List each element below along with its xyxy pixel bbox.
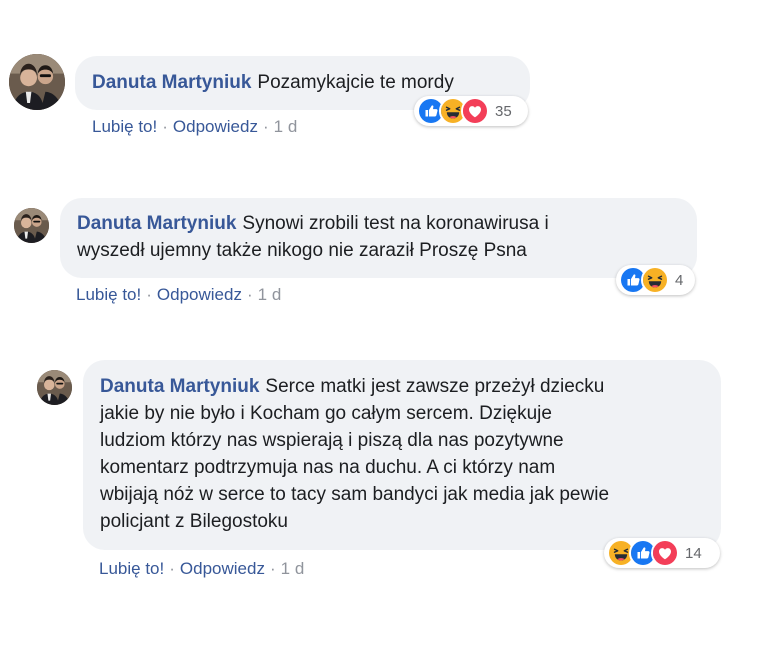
separator: · [262, 117, 269, 136]
love-icon [651, 539, 679, 567]
comment-text-line-2: wyszedł ujemny także nikogo nie zaraził … [77, 240, 527, 261]
avatar-photo [37, 370, 72, 405]
reaction-count: 14 [685, 544, 702, 562]
reply-button[interactable]: Odpowiedz [173, 117, 258, 136]
avatar-photo [14, 208, 49, 243]
reactions-summary[interactable]: 4 [616, 265, 695, 295]
comment-text-line-5: wbijają nóż w serce to tacy sam bandyci … [100, 484, 610, 505]
comment-text-line-1: Synowi zrobili test na koronawirusa i [242, 213, 549, 234]
separator: · [246, 285, 253, 304]
comment-line: Danuta Martyniuk Serce matki jest zawsze … [100, 373, 703, 400]
comment-timestamp[interactable]: 1 d [274, 117, 298, 136]
love-icon [461, 97, 489, 125]
avatar-photo [9, 54, 65, 110]
reaction-count: 4 [675, 271, 684, 289]
like-button[interactable]: Lubię to! [99, 559, 164, 578]
comment-timestamp[interactable]: 1 d [258, 285, 282, 304]
separator: · [162, 117, 168, 136]
comment-actions: Lubię to! · Odpowiedz · 1 d [76, 285, 281, 305]
comment-bubble: Danuta Martyniuk Serce matki jest zawsze … [83, 360, 721, 550]
comment-author[interactable]: Danuta Martyniuk [77, 213, 236, 234]
comment-text-line-1: Serce matki jest zawsze przeżył dziecku [265, 376, 605, 397]
avatar[interactable] [14, 208, 49, 243]
separator: · [269, 559, 276, 578]
comment-bubble: Danuta Martyniuk Synowi zrobili test na k… [60, 198, 697, 278]
comment-line: Danuta Martyniuk Synowi zrobili test na k… [77, 210, 679, 237]
comment-text-line-2: jakie by nie było i Kocham go całym serc… [100, 403, 552, 424]
reactions-summary[interactable]: 14 [604, 538, 720, 568]
comment-text-line-6: policjant z Bilegostoku [100, 511, 288, 532]
comment-text-line-4: komentarz podtrzymuja nas na duchu. A ci… [100, 457, 556, 478]
reply-button[interactable]: Odpowiedz [157, 285, 242, 304]
reply-button[interactable]: Odpowiedz [180, 559, 265, 578]
separator: · [146, 285, 152, 304]
comment-actions: Lubię to! · Odpowiedz · 1 d [92, 117, 297, 137]
comment-author[interactable]: Danuta Martyniuk [100, 376, 259, 397]
comment-timestamp[interactable]: 1 d [281, 559, 305, 578]
like-button[interactable]: Lubię to! [92, 117, 157, 136]
reactions-summary[interactable]: 35 [414, 96, 528, 126]
comment-text-line-3: ludziom którzy nas wspierają i piszą dla… [100, 430, 564, 451]
haha-icon [641, 266, 669, 294]
avatar[interactable] [9, 54, 65, 110]
comment-text: Pozamykajcie te mordy [257, 72, 454, 93]
reaction-count: 35 [495, 102, 512, 120]
separator: · [169, 559, 175, 578]
like-button[interactable]: Lubię to! [76, 285, 141, 304]
avatar[interactable] [37, 370, 72, 405]
comment-author[interactable]: Danuta Martyniuk [92, 72, 251, 93]
comment-actions: Lubię to! · Odpowiedz · 1 d [99, 559, 304, 579]
